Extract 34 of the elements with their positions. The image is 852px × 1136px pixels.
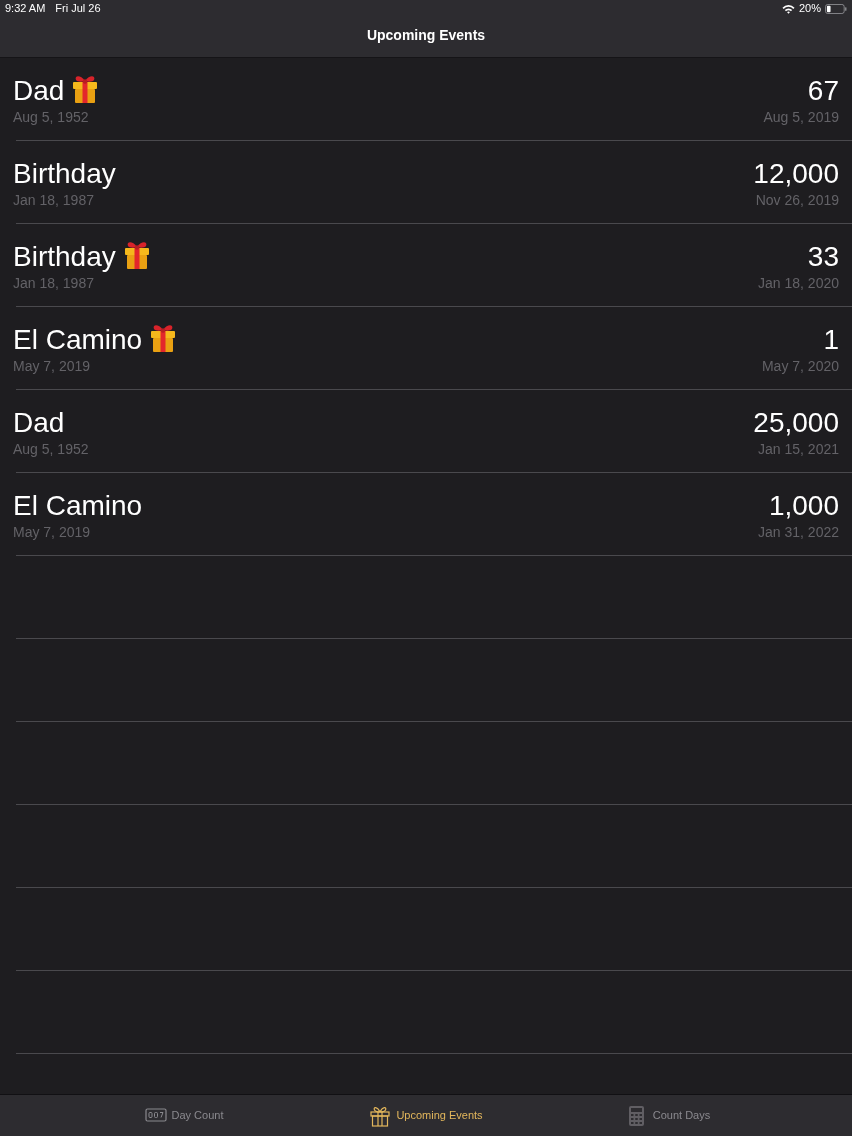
wifi-icon [781, 3, 795, 14]
event-name: Dad [13, 74, 65, 108]
event-name: El Camino [13, 323, 143, 357]
target-date: Jan 18, 2020 [758, 274, 839, 292]
start-date: May 7, 2019 [13, 523, 91, 541]
day-count: 25,000 [753, 406, 839, 440]
target-date: Nov 26, 2019 [755, 191, 839, 209]
event-name: Birthday [13, 240, 116, 274]
start-date: Aug 5, 1952 [13, 440, 89, 458]
target-date: Jan 31, 2022 [758, 523, 839, 541]
event-name: Birthday [13, 157, 116, 191]
gift-icon [369, 1104, 392, 1127]
tab-item[interactable]: Count Days [621, 1102, 715, 1129]
event-name: El Camino [13, 489, 143, 523]
status-date: Fri Jul 26 [55, 2, 101, 15]
tab-item[interactable]: Upcoming Events [365, 1102, 487, 1129]
day-count: 1,000 [768, 489, 839, 523]
start-date: Jan 18, 1987 [13, 191, 94, 209]
start-date: May 7, 2019 [13, 357, 91, 375]
start-date: Jan 18, 1987 [13, 274, 94, 292]
day-count: 33 [807, 240, 839, 274]
tab-item[interactable]: Day Count [140, 1102, 228, 1129]
target-date: Jan 15, 2021 [758, 440, 839, 458]
target-date: May 7, 2020 [761, 357, 839, 375]
day-count: 1 [823, 323, 839, 357]
battery-icon [825, 3, 847, 14]
battery-percentage: 20% [798, 2, 821, 15]
status-time: 9:32 AM [5, 2, 46, 15]
target-date: Aug 5, 2019 [763, 108, 839, 126]
day-count: 67 [807, 74, 839, 108]
event-name: Dad [13, 406, 65, 440]
start-date: Aug 5, 1952 [13, 108, 89, 126]
screen-title: Upcoming Events [366, 27, 486, 44]
day-count: 12,000 [753, 157, 839, 191]
